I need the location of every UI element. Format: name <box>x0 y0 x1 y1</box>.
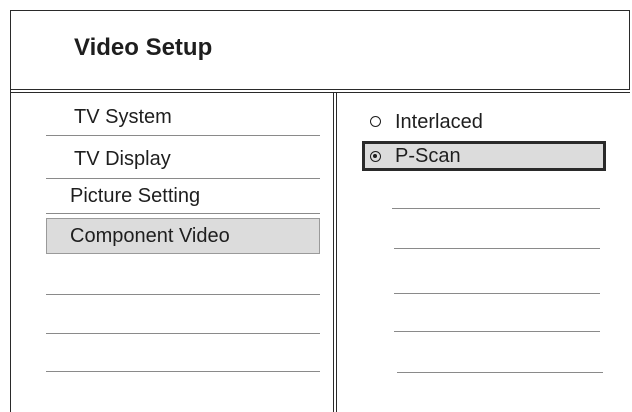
empty-row-line <box>46 333 320 334</box>
empty-row-line <box>46 294 320 295</box>
option-label: P-Scan <box>395 145 461 167</box>
option-p-scan[interactable]: P-Scan <box>362 141 606 171</box>
menu-separator <box>46 135 320 136</box>
empty-row-line <box>397 372 603 373</box>
option-label: Interlaced <box>395 111 483 133</box>
menu-item-label: TV System <box>74 106 172 128</box>
radio-unchecked-icon[interactable] <box>370 116 381 127</box>
menu-item-label: TV Display <box>74 148 171 170</box>
empty-row-line <box>46 371 320 372</box>
option-interlaced[interactable]: Interlaced <box>362 107 606 137</box>
menu-separator <box>46 213 320 214</box>
empty-row-line <box>394 331 600 332</box>
column-divider <box>333 92 334 412</box>
empty-row-line <box>392 208 600 209</box>
radio-checked-icon[interactable] <box>370 151 381 162</box>
menu-item-tv-display[interactable]: TV Display <box>46 142 320 176</box>
menu-item-label: Picture Setting <box>70 185 201 207</box>
frame-left-border <box>10 10 11 412</box>
header-divider <box>10 89 630 90</box>
column-divider-inner <box>336 92 337 412</box>
empty-row-line <box>394 248 600 249</box>
menu-item-component-video[interactable]: Component Video <box>46 218 320 254</box>
menu-item-label: Component Video <box>70 225 230 247</box>
header-divider-inner <box>10 92 630 93</box>
empty-row-line <box>394 293 600 294</box>
frame-top-border <box>10 10 630 11</box>
menu-item-tv-system[interactable]: TV System <box>46 100 320 134</box>
page-title: Video Setup <box>74 34 213 61</box>
menu-item-picture-setting[interactable]: Picture Setting <box>46 179 320 213</box>
frame-right-border <box>629 10 630 90</box>
